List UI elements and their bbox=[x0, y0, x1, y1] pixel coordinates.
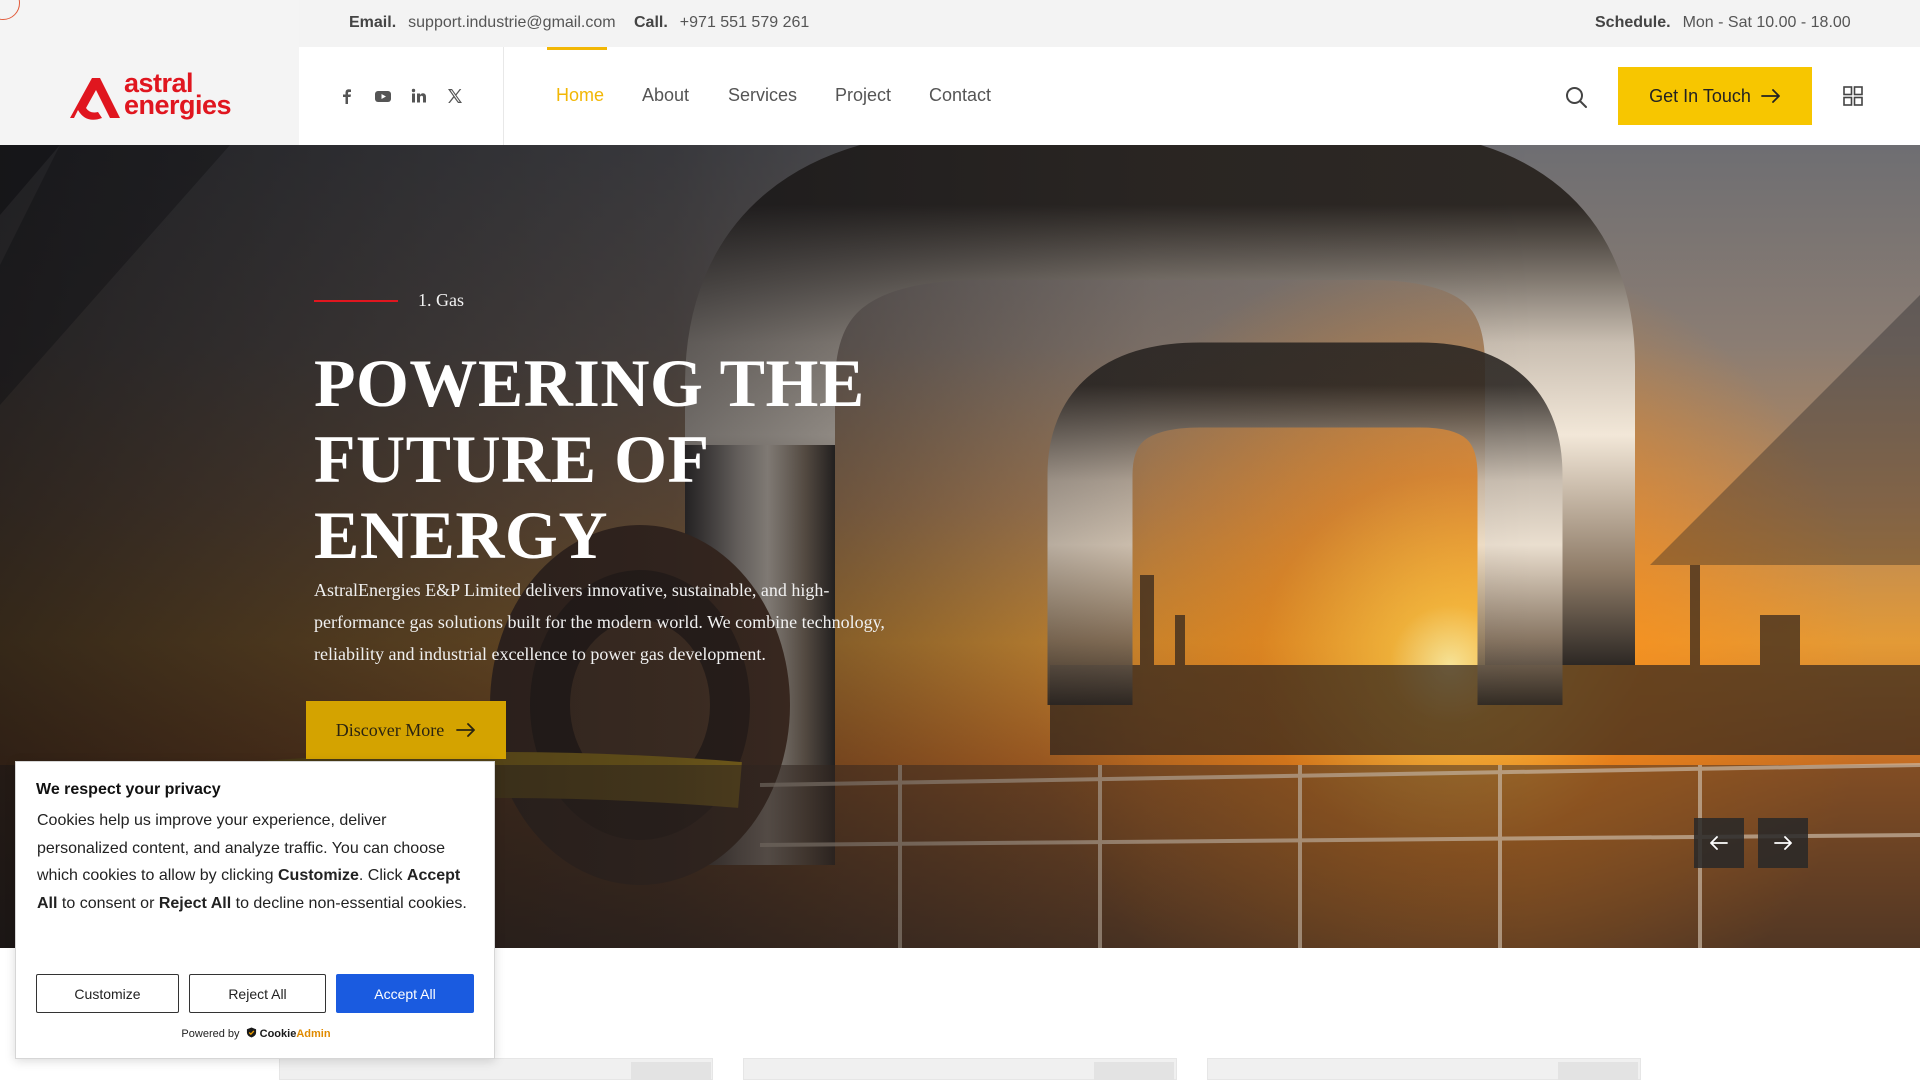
cookie-text-part: to consent or bbox=[57, 894, 159, 912]
call-label: Call. bbox=[634, 14, 668, 31]
hero-description: AstralEnergies E&P Limited delivers inno… bbox=[314, 580, 885, 664]
grid-menu-icon[interactable] bbox=[1843, 86, 1863, 106]
cookie-customize-button[interactable]: Customize bbox=[36, 974, 179, 1013]
x-icon[interactable] bbox=[446, 87, 464, 105]
topbar-schedule: Schedule. Mon - Sat 10.00 - 18.00 bbox=[1595, 14, 1851, 32]
powered-by-label: Powered by bbox=[181, 1028, 240, 1040]
nav-about[interactable]: About bbox=[642, 85, 689, 106]
eyebrow-line bbox=[314, 300, 398, 302]
topbar-call[interactable]: Call. +971 551 579 261 bbox=[634, 14, 809, 32]
email-value[interactable]: support.industrie@gmail.com bbox=[408, 14, 615, 31]
email-label: Email. bbox=[349, 14, 397, 31]
logo[interactable]: astral energies bbox=[66, 70, 232, 122]
header-divider bbox=[503, 47, 504, 145]
brand-part: Admin bbox=[296, 1028, 331, 1040]
nav-project[interactable]: Project bbox=[835, 85, 891, 106]
discover-label: Discover More bbox=[335, 719, 445, 740]
discover-more-button[interactable]: Discover More bbox=[306, 701, 506, 759]
cookie-reject-all-button[interactable]: Reject All bbox=[189, 974, 326, 1013]
search-icon[interactable] bbox=[1564, 85, 1588, 109]
slider-next-button[interactable] bbox=[1758, 818, 1808, 868]
nav-services[interactable]: Services bbox=[728, 85, 797, 106]
cookie-text: Cookies help us improve your experience,… bbox=[37, 807, 477, 917]
logo-text: astral energies bbox=[124, 70, 232, 120]
get-in-touch-button[interactable]: Get In Touch bbox=[1618, 67, 1812, 125]
cookieadmin-shield-icon bbox=[246, 1027, 256, 1038]
youtube-icon[interactable] bbox=[374, 87, 392, 105]
cookie-text-part: . Click bbox=[358, 867, 407, 884]
linkedin-icon[interactable] bbox=[410, 87, 428, 105]
cookieadmin-logo: CookieAdmin bbox=[260, 1028, 331, 1040]
logo-mark-icon bbox=[70, 78, 120, 120]
logo-line2: energies bbox=[124, 90, 232, 120]
topbar-email[interactable]: Email. support.industrie@gmail.com bbox=[349, 14, 616, 32]
cookie-accept-all-button[interactable]: Accept All bbox=[336, 974, 474, 1013]
cookie-powered-by[interactable]: Powered by CookieAdmin bbox=[16, 1027, 496, 1040]
schedule-label: Schedule. bbox=[1595, 14, 1671, 31]
cookie-text-part: to decline non-essential cookies. bbox=[231, 894, 467, 912]
cookie-text-reject: Reject All bbox=[158, 894, 232, 912]
arrow-right-icon bbox=[1774, 836, 1792, 850]
nav-active-indicator bbox=[547, 47, 607, 50]
hero-eyebrow: 1. Gas bbox=[418, 290, 464, 310]
call-value[interactable]: +971 551 579 261 bbox=[680, 14, 809, 31]
schedule-value: Mon - Sat 10.00 - 18.00 bbox=[1682, 14, 1851, 31]
nav-home[interactable]: Home bbox=[556, 85, 604, 106]
cookie-text-customize: Customize bbox=[278, 867, 359, 884]
service-card-tab bbox=[1094, 1062, 1174, 1080]
service-card-tab bbox=[1558, 1062, 1638, 1080]
nav-contact[interactable]: Contact bbox=[929, 85, 991, 106]
arrow-left-icon bbox=[1710, 836, 1728, 850]
cookie-consent-dialog: We respect your privacy Cookies help us … bbox=[15, 761, 495, 1059]
cta-label: Get In Touch bbox=[1649, 85, 1751, 106]
hero-title: POWERING THE FUTURE OF ENERGY bbox=[314, 345, 865, 573]
arrow-right-icon bbox=[1760, 89, 1780, 103]
service-card-tab bbox=[631, 1062, 711, 1080]
cookie-title: We respect your privacy bbox=[36, 781, 221, 798]
slider-prev-button[interactable] bbox=[1694, 818, 1744, 868]
brand-part: Cookie bbox=[259, 1028, 297, 1040]
arrow-right-icon bbox=[456, 723, 476, 737]
facebook-icon[interactable] bbox=[338, 87, 356, 105]
